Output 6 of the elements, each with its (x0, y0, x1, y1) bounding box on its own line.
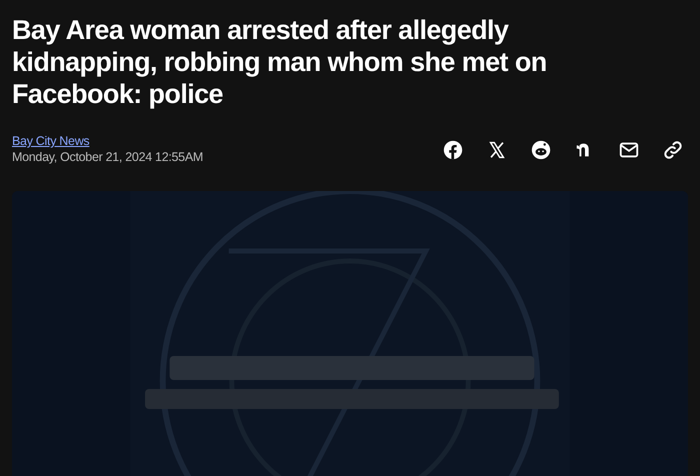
publish-date: Monday, October 21, 2024 12:55AM (12, 149, 203, 165)
headline: Bay Area woman arrested after allegedly kidnapping, robbing man whom she met on Facebook: police (12, 14, 548, 110)
link-icon[interactable] (662, 138, 684, 160)
facebook-icon[interactable] (442, 138, 464, 160)
reddit-icon[interactable] (530, 138, 552, 160)
source-link[interactable]: Bay City News (12, 134, 203, 149)
